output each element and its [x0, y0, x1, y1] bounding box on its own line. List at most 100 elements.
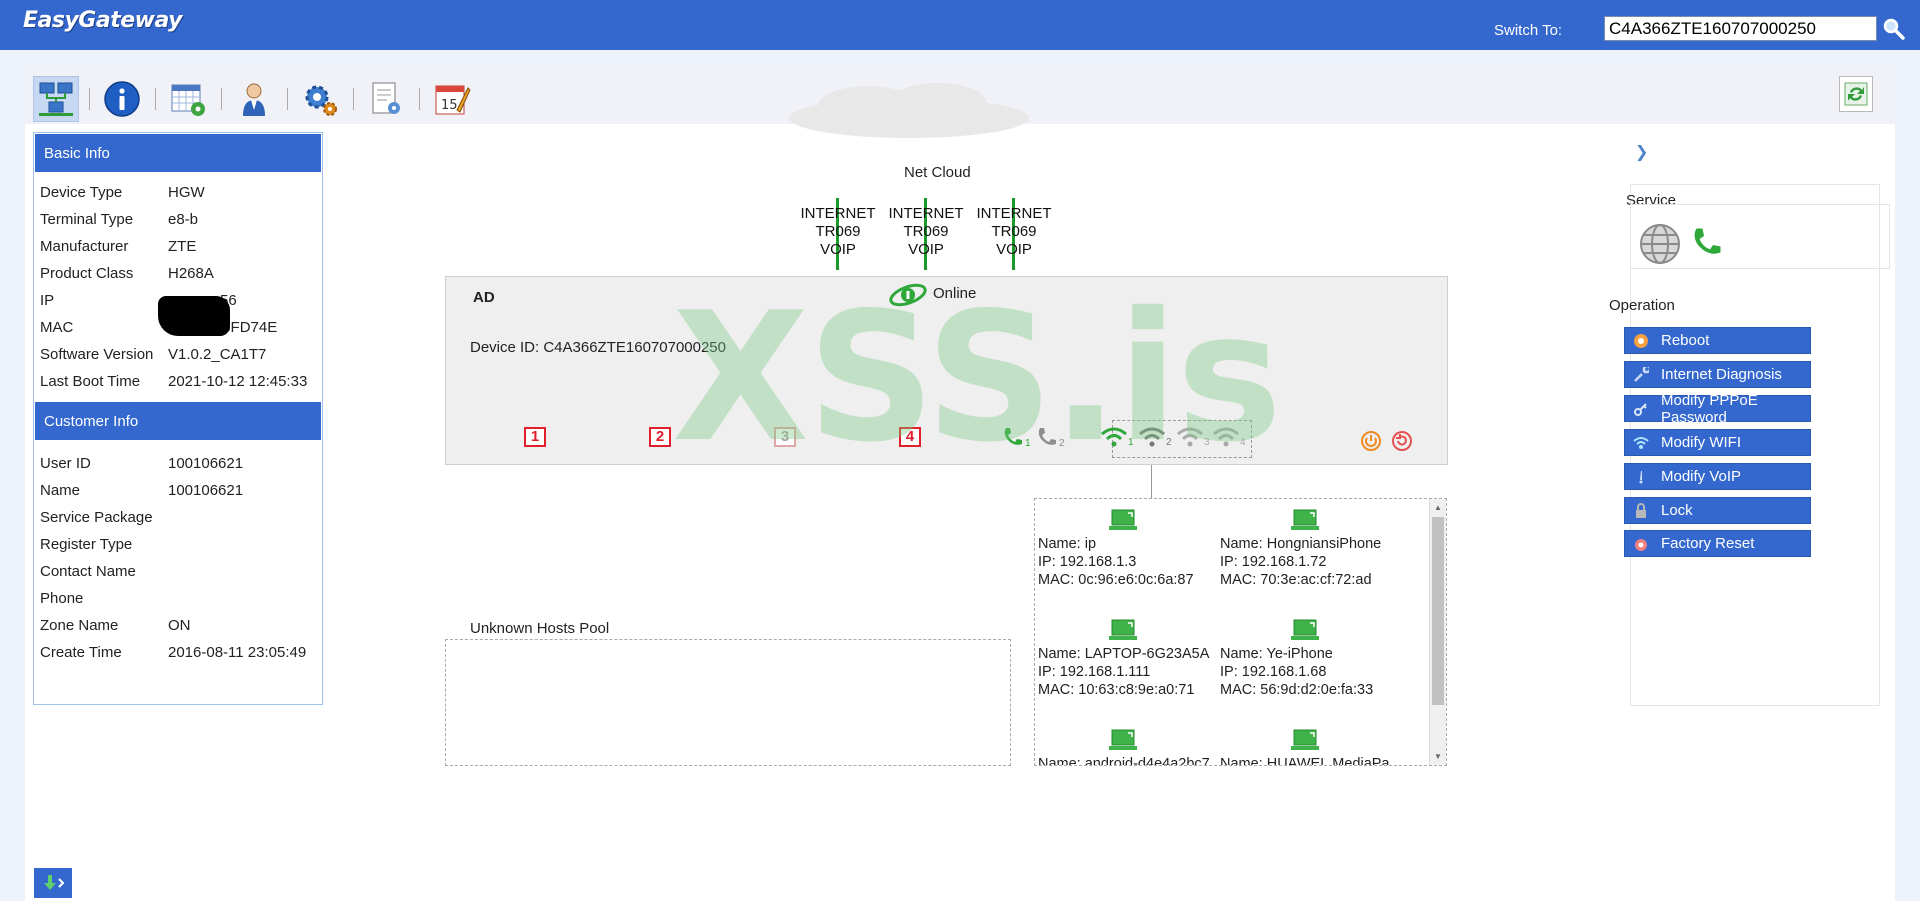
calendar-edit-icon[interactable]: 15 — [429, 76, 475, 122]
laptop-icon — [1291, 509, 1319, 530]
info-value: e8-b — [168, 211, 199, 228]
device-id: Device ID: C4A366ZTE160707000250 — [470, 339, 726, 356]
scrollbar-thumb[interactable] — [1432, 517, 1444, 705]
laptop-icon — [1109, 729, 1137, 750]
info-key: MAC — [40, 319, 74, 336]
unknown-hosts-pool[interactable] — [445, 639, 1011, 766]
modify-voip-button[interactable]: Modify VoIP — [1624, 463, 1811, 490]
host-card[interactable]: Name: HUAWEI_MediaPa — [1220, 729, 1402, 765]
host-card[interactable]: Name: HongniansiPhone IP: 192.168.1.72 M… — [1220, 509, 1402, 589]
host-ip: IP: 192.168.1.72 — [1220, 554, 1327, 570]
wan-labels: INTERNET TR069 VOIP — [793, 205, 883, 259]
wan-label-voip: VOIP — [996, 241, 1032, 258]
calendar-settings-icon[interactable] — [165, 76, 211, 122]
phone-port-1[interactable]: 1 — [1001, 425, 1031, 449]
info-row: Last Boot Time 2021-10-12 12:45:33 — [34, 368, 322, 395]
gear-icon[interactable] — [297, 76, 343, 122]
lock-button[interactable]: Lock — [1624, 497, 1811, 524]
host-ip: IP: 192.168.1.68 — [1220, 664, 1327, 680]
wifi-port-3[interactable]: 3 — [1176, 424, 1210, 448]
wifi-icon — [1633, 435, 1649, 451]
gateway-device-box — [445, 276, 1448, 465]
wifi-port-4[interactable]: 4 — [1212, 424, 1246, 448]
net-cloud-label: Net Cloud — [904, 164, 971, 181]
info-row: User ID 100106621 — [34, 450, 322, 477]
laptop-icon — [1291, 729, 1319, 750]
info-icon[interactable] — [99, 76, 145, 122]
wan-label-internet: INTERNET — [800, 205, 876, 222]
reboot-button[interactable]: Reboot — [1624, 327, 1811, 354]
lan-port-2[interactable]: 2 — [649, 427, 671, 447]
scroll-down-icon[interactable]: ▼ — [1434, 752, 1442, 761]
info-key: User ID — [40, 455, 91, 472]
customer-info-list: User ID 100106621 Name 100106621 Service P… — [34, 441, 322, 672]
info-key: Phone — [40, 590, 84, 607]
service-box — [1630, 204, 1890, 269]
wan-label-tr069: TR069 — [815, 223, 861, 240]
info-row: Contact Name — [34, 558, 322, 585]
search-icon[interactable] — [1882, 17, 1906, 41]
wan-label-voip: VOIP — [820, 241, 856, 258]
host-card[interactable]: Name: LAPTOP-6G23A5A IP: 192.168.1.111 M… — [1038, 619, 1220, 699]
reboot-icon — [1633, 333, 1649, 349]
document-settings-icon[interactable] — [363, 76, 409, 122]
restart-icon[interactable] — [1391, 430, 1413, 452]
wan-label-internet: INTERNET — [976, 205, 1052, 222]
factory-reset-button[interactable]: Factory Reset — [1624, 530, 1811, 557]
info-row: Manufacturer ZTE — [34, 233, 322, 260]
wifi-port-number: 2 — [1166, 437, 1172, 448]
wifi-port-2[interactable]: 2 — [1138, 424, 1172, 448]
voip-icon — [1633, 469, 1649, 485]
switch-to-input[interactable] — [1604, 16, 1877, 41]
laptop-icon — [1109, 619, 1137, 640]
host-card[interactable]: Name: ip IP: 192.168.1.3 MAC: 0c:96:e6:0… — [1038, 509, 1220, 589]
scroll-up-icon[interactable]: ▲ — [1434, 503, 1442, 512]
host-card[interactable]: Name: android-d4e4a2bc7 — [1038, 729, 1220, 765]
info-row: Register Type — [34, 531, 322, 558]
top-header: EasyGateway Switch To: — [0, 0, 1920, 50]
modify-pppoe-password-button[interactable]: Modify PPPoE Password — [1624, 392, 1811, 426]
user-icon[interactable] — [231, 76, 277, 122]
redaction-mark — [158, 296, 230, 336]
info-value: 2021-10-12 12:45:33 — [168, 373, 308, 390]
wan-label-internet: INTERNET — [888, 205, 964, 222]
host-card[interactable]: Name: Ye-iPhone IP: 192.168.1.68 MAC: 56… — [1220, 619, 1402, 699]
info-value: ON — [168, 617, 191, 634]
refresh-icon[interactable] — [1839, 76, 1873, 112]
hosts-scrollbar[interactable]: ▲ ▼ — [1429, 499, 1446, 765]
lan-port-3[interactable]: 3 — [774, 427, 796, 447]
phone-icon[interactable] — [1689, 222, 1725, 262]
app-logo: EasyGateway — [23, 8, 182, 33]
lan-port-1[interactable]: 1 — [524, 427, 546, 447]
internet-diagnosis-button[interactable]: Internet Diagnosis — [1624, 361, 1811, 388]
globe-icon[interactable] — [1638, 222, 1682, 266]
wifi-icon — [1101, 427, 1127, 447]
laptop-icon — [1109, 509, 1137, 530]
host-name: Name: Ye-iPhone — [1220, 646, 1333, 662]
wifi-port-1[interactable]: 1 — [1100, 424, 1134, 448]
wifi-port-number: 3 — [1204, 437, 1210, 448]
info-key: IP — [40, 292, 55, 309]
info-row: Phone — [34, 585, 322, 612]
expand-right-icon[interactable]: ❯ — [1635, 142, 1648, 162]
info-key: Name — [40, 482, 81, 499]
power-icon[interactable] — [1360, 430, 1382, 452]
topology-icon[interactable] — [33, 76, 79, 122]
key-icon — [1633, 401, 1649, 417]
lan-connector-line — [1151, 465, 1152, 501]
switch-to-label: Switch To: — [1494, 22, 1563, 39]
left-info-panel: Basic Info Device Type HGW Terminal Type e… — [33, 132, 323, 705]
host-name: Name: HongniansiPhone — [1220, 536, 1382, 552]
phone-icon — [1038, 428, 1056, 445]
host-mac: MAC: 0c:96:e6:0c:6a:87 — [1038, 572, 1194, 588]
modify-wifi-button[interactable]: Modify WIFI — [1624, 429, 1811, 456]
info-row: Software Version V1.0.2_CA1T7 — [34, 341, 322, 368]
phone-port-2[interactable]: 2 — [1035, 425, 1065, 449]
info-row: Terminal Type e8-b — [34, 206, 322, 233]
info-key: Create Time — [40, 644, 122, 661]
connected-hosts-panel[interactable]: Name: ip IP: 192.168.1.3 MAC: 0c:96:e6:0… — [1034, 498, 1447, 766]
download-arrow-icon[interactable] — [34, 868, 72, 898]
wan-labels: INTERNET TR069 VOIP — [881, 205, 971, 259]
host-mac: MAC: 56:9d:d2:0e:fa:33 — [1220, 682, 1374, 698]
lan-port-4[interactable]: 4 — [899, 427, 921, 447]
